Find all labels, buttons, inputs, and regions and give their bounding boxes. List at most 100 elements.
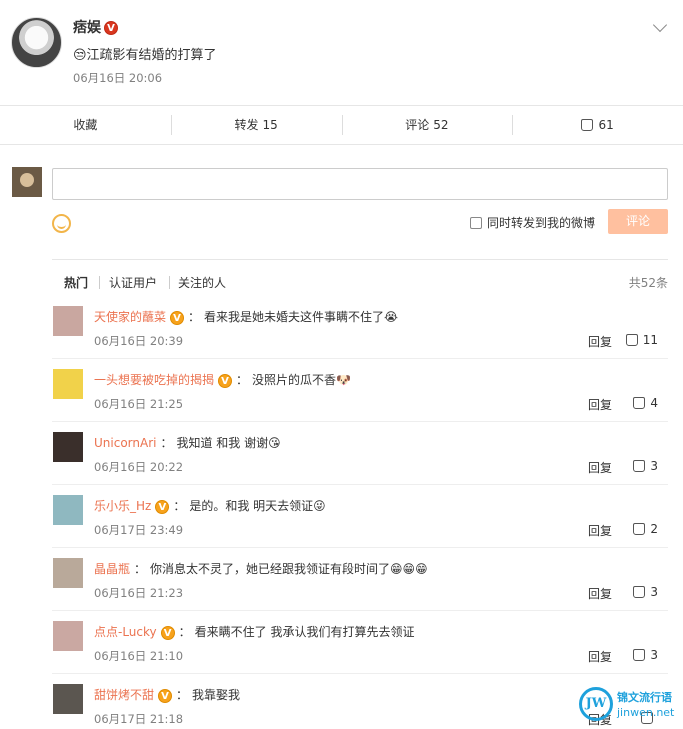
verified-badge-icon: V <box>158 688 173 703</box>
comment-like-button[interactable]: 3 <box>633 585 658 599</box>
comment-emoji: 😘 <box>268 436 281 450</box>
comment-item: UnicornAri ：我知道 和我 谢谢😘 06月16日 20:22 回复 3 <box>52 422 668 485</box>
author-name-line: 痞娱 V <box>73 17 118 37</box>
comment-emoji: 😜 <box>313 499 326 513</box>
tab-divider <box>99 276 100 289</box>
commenter-avatar[interactable] <box>53 684 83 714</box>
comment-time: 06月16日 21:25 <box>94 397 184 411</box>
comment-line: 一头想要被吃掉的揭揭 V：没照片的瓜不香🐶 <box>94 371 351 388</box>
repost-checkbox[interactable] <box>470 217 482 229</box>
thumbs-up-icon <box>633 397 646 409</box>
comment-like-button[interactable]: 2 <box>633 522 658 536</box>
commenter-avatar[interactable] <box>53 369 83 399</box>
post-text: 😒江疏影有结婚的打算了 <box>73 48 217 63</box>
author-name[interactable]: 痞娱 <box>73 20 101 36</box>
commenter-avatar[interactable] <box>53 432 83 462</box>
comment-text: 我知道 和我 谢谢 <box>176 436 269 450</box>
watermark-logo: JW <box>579 687 613 721</box>
commenter-avatar[interactable] <box>53 495 83 525</box>
commenter-name[interactable]: 点点-Lucky <box>94 625 157 639</box>
commenter-name[interactable]: 晶晶瓶 <box>94 562 130 576</box>
comment-item: 一头想要被吃掉的揭揭 V：没照片的瓜不香🐶 06月16日 21:25 回复 4 <box>52 359 668 422</box>
reply-button[interactable]: 回复 <box>588 648 612 665</box>
comment-label: 评论 <box>405 118 430 132</box>
commenter-avatar[interactable] <box>53 621 83 651</box>
comment-tabs: 热门 认证用户 关注的人 共52条 <box>52 259 668 295</box>
thumbs-up-icon <box>633 460 646 472</box>
post-time[interactable]: 06月16日 20:06 <box>73 70 162 86</box>
thumbs-up-icon <box>633 586 646 598</box>
comment-line: UnicornAri ：我知道 和我 谢谢😘 <box>94 434 281 451</box>
comment-line: 乐小乐_Hz V：是的。和我 明天去领证😜 <box>94 497 326 514</box>
comment-line: 甜饼烤不甜 V：我靠娶我 <box>94 686 240 703</box>
comment-like-button[interactable]: 11 <box>625 333 658 347</box>
commenter-name[interactable]: 乐小乐_Hz <box>94 499 151 513</box>
comment-total: 共52条 <box>628 276 668 290</box>
collect-button[interactable]: 收藏 <box>0 106 171 144</box>
comment-text: 没照片的瓜不香 <box>252 373 337 387</box>
collect-label: 收藏 <box>73 118 98 132</box>
reply-button[interactable]: 回复 <box>588 333 612 350</box>
verified-badge-icon: V <box>155 499 170 514</box>
comment-time: 06月16日 20:39 <box>94 334 184 348</box>
like-button[interactable]: 61 <box>512 106 683 144</box>
tab-following[interactable]: 关注的人 <box>178 274 226 291</box>
tab-verified-users[interactable]: 认证用户 <box>109 274 157 291</box>
comment-like-count: 3 <box>650 459 658 473</box>
comment-item: 乐小乐_Hz V：是的。和我 明天去领证😜 06月17日 23:49 回复 2 <box>52 485 668 548</box>
commenter-name[interactable]: UnicornAri <box>94 436 156 450</box>
watermark-line1: 锦文流行语 <box>617 691 672 704</box>
colon: ： <box>160 436 173 450</box>
comment-composer: 同时转发到我的微博 评论 <box>0 145 683 250</box>
comment-text: 看来我是她未婚夫这件事瞒不住了 <box>204 310 385 324</box>
comment-emoji: 😭 <box>384 310 399 324</box>
comment-list: 天使家的蘸菜 V：看来我是她未婚夫这件事瞒不住了😭 06月16日 20:39 回复 11… <box>52 296 668 729</box>
comment-button[interactable]: 评论 52 <box>341 106 513 144</box>
chevron-down-icon[interactable] <box>652 17 668 33</box>
smiley-icon[interactable] <box>52 214 71 233</box>
comment-text: 我靠娶我 <box>192 688 241 702</box>
comment-line: 天使家的蘸菜 V：看来我是她未婚夫这件事瞒不住了😭 <box>94 308 398 325</box>
verified-badge-icon: V <box>170 310 185 325</box>
comment-like-button[interactable]: 3 <box>633 648 658 662</box>
comment-like-count: 2 <box>650 522 658 536</box>
repost-button[interactable]: 转发 15 <box>170 106 342 144</box>
comment-like-count: 3 <box>650 585 658 599</box>
comment-like-button[interactable]: 3 <box>633 459 658 473</box>
commenter-name[interactable]: 天使家的蘸菜 <box>94 310 166 324</box>
comment-text: 你消息太不灵了，她已经跟我领证有段时间了 <box>150 562 391 576</box>
my-avatar[interactable] <box>12 167 42 197</box>
post-card: 痞娱 V 😒江疏影有结婚的打算了 06月16日 20:06 <box>0 0 683 106</box>
comment-like-button[interactable]: 4 <box>633 396 658 410</box>
reply-button[interactable]: 回复 <box>588 396 612 413</box>
comment-time: 06月16日 21:10 <box>94 649 184 663</box>
commenter-name[interactable]: 甜饼烤不甜 <box>94 688 154 702</box>
tab-hot[interactable]: 热门 <box>64 274 88 291</box>
comment-time: 06月16日 21:23 <box>94 586 184 600</box>
commenter-avatar[interactable] <box>53 558 83 588</box>
reply-button[interactable]: 回复 <box>588 522 612 539</box>
comment-time: 06月16日 20:22 <box>94 460 184 474</box>
comment-emoji: 😁😁😁 <box>390 562 428 576</box>
repost-count: 15 <box>262 118 278 132</box>
comment-like-count: 3 <box>650 648 658 662</box>
submit-comment-button[interactable]: 评论 <box>608 209 668 234</box>
thumbs-up-icon <box>633 523 646 535</box>
reply-button[interactable]: 回复 <box>588 459 612 476</box>
colon: ： <box>173 499 186 513</box>
comment-item: 晶晶瓶 ：你消息太不灵了，她已经跟我领证有段时间了😁😁😁 06月16日 21:23 回… <box>52 548 668 611</box>
comment-text: 看来瞒不住了 我承认我们有打算先去领证 <box>194 625 415 639</box>
thumbs-up-icon <box>581 119 594 131</box>
commenter-name[interactable]: 一头想要被吃掉的揭揭 <box>94 373 214 387</box>
comment-like-count: 11 <box>642 333 658 347</box>
thumbs-up-icon <box>633 649 646 661</box>
watermark: JW 锦文流行语 jinwen.net <box>579 687 679 723</box>
repost-checkbox-label[interactable]: 同时转发到我的微博 <box>487 214 595 231</box>
comment-count: 52 <box>433 118 449 132</box>
verified-badge-icon: V <box>160 625 175 640</box>
reply-button[interactable]: 回复 <box>588 585 612 602</box>
author-avatar[interactable] <box>11 17 62 68</box>
commenter-avatar[interactable] <box>53 306 83 336</box>
comment-item: 天使家的蘸菜 V：看来我是她未婚夫这件事瞒不住了😭 06月16日 20:39 回复 11 <box>52 296 668 359</box>
comment-input[interactable] <box>52 168 668 200</box>
